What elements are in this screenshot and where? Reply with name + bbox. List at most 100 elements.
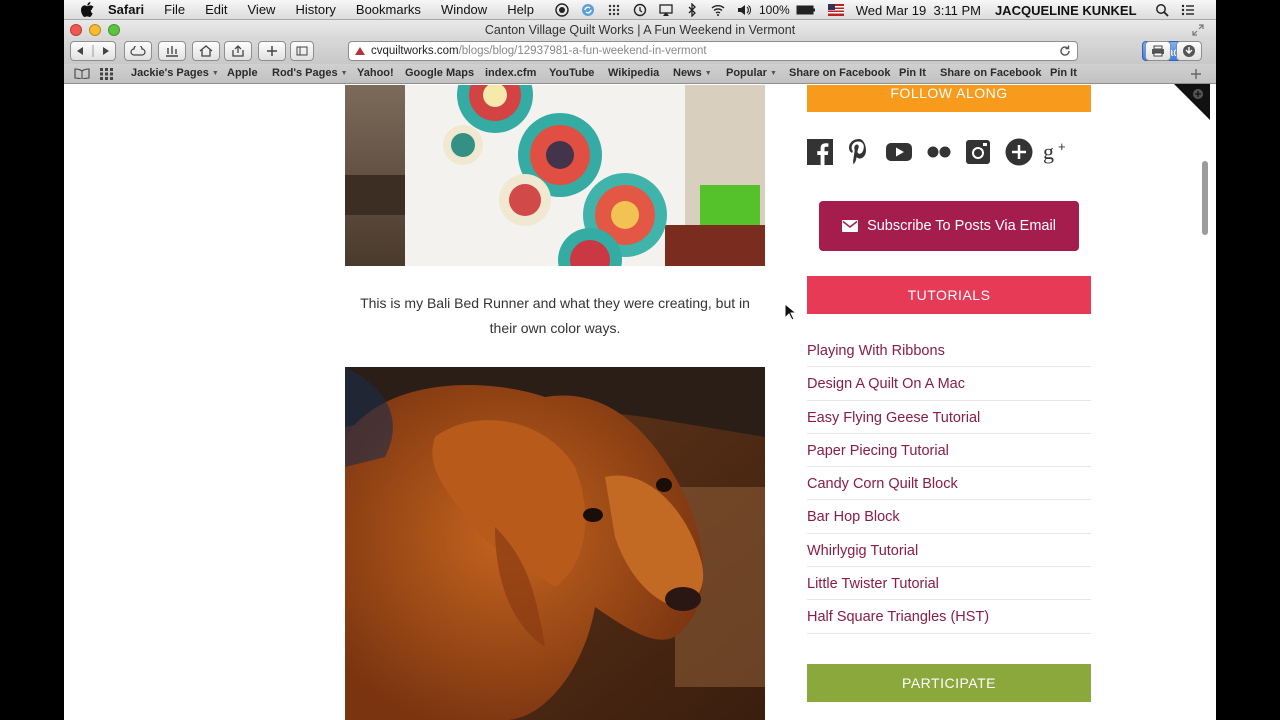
tutorial-link[interactable]: Playing With Ribbons	[807, 334, 1091, 368]
menu-help[interactable]: Help	[507, 2, 534, 17]
bookmark-youtube[interactable]: YouTube	[549, 64, 594, 82]
user-name[interactable]: JACQUELINE KUNKEL	[995, 3, 1137, 18]
sync-icon[interactable]	[581, 3, 595, 17]
bookmark-pin-it[interactable]: Pin It	[899, 64, 926, 82]
add-tab-icon[interactable]	[1190, 68, 1202, 80]
zoom-window-icon[interactable]	[108, 24, 120, 36]
bookmark-google-maps[interactable]: Google Maps	[405, 64, 474, 82]
flag-icon[interactable]	[827, 3, 844, 17]
status-icons: 100% Wed Mar 19 3:11 PM JACQUELINE KUNKE…	[549, 0, 1201, 20]
record-icon[interactable]	[555, 3, 569, 17]
downloads-button[interactable]	[1176, 41, 1202, 61]
menu-bookmarks[interactable]: Bookmarks	[356, 2, 421, 17]
bookmark-news[interactable]: News ▼	[673, 64, 712, 83]
bookmark-label: Rod's Pages	[272, 67, 338, 79]
tutorial-link[interactable]: Whirlygig Tutorial	[807, 534, 1091, 568]
airplay-icon[interactable]	[659, 3, 673, 17]
dots-grid-icon[interactable]	[607, 3, 621, 17]
reading-list-icon[interactable]	[74, 68, 90, 79]
corner-ribbon[interactable]	[1174, 84, 1210, 120]
bookmark-pin-it-2[interactable]: Pin It	[1050, 64, 1077, 82]
fullscreen-icon[interactable]	[1192, 24, 1204, 36]
bookmark-label: Popular	[726, 67, 767, 79]
close-window-icon[interactable]	[70, 24, 82, 36]
chevron-down-icon: ▼	[340, 70, 348, 77]
window-title: Canton Village Quilt Works | A Fun Weeke…	[484, 23, 796, 37]
tutorial-link[interactable]: Half Square Triangles (HST)	[807, 600, 1091, 634]
bloglovin-plus-icon[interactable]	[1005, 137, 1033, 167]
bookmark-share-on-facebook[interactable]: Share on Facebook	[789, 64, 890, 82]
follow-along-heading: FOLLOW ALONG	[807, 85, 1091, 112]
browser-toolbar: cvquiltworks.com/blogs/blog/12937981-a-f…	[64, 40, 1216, 64]
home-button[interactable]	[192, 41, 220, 61]
battery-icon[interactable]	[796, 3, 816, 17]
facebook-icon[interactable]	[807, 137, 833, 167]
sidebar-toggle-button[interactable]	[290, 41, 314, 61]
tutorial-link[interactable]: Easy Flying Geese Tutorial	[807, 401, 1091, 434]
minimize-window-icon[interactable]	[89, 24, 101, 36]
share-button[interactable]	[224, 41, 252, 61]
print-button[interactable]	[1145, 41, 1171, 61]
bookmarks-bar: Jackie's Pages ▼ Apple Rod's Pages ▼ Yahoo…	[64, 64, 1216, 84]
bookmark-jackies-pages[interactable]: Jackie's Pages ▼	[131, 64, 219, 83]
bookmark-rods-pages[interactable]: Rod's Pages ▼	[272, 64, 348, 83]
web-page: This is my Bali Bed Runner and what they…	[64, 85, 1216, 720]
bookmark-yahoo[interactable]: Yahoo!	[357, 64, 394, 82]
back-forward-buttons[interactable]	[70, 41, 116, 61]
menu-history[interactable]: History	[295, 2, 335, 17]
participate-heading: PARTICIPATE	[807, 664, 1091, 702]
tutorial-link[interactable]: Bar Hop Block	[807, 500, 1091, 534]
tutorials-list: Playing With Ribbons Design A Quilt On A…	[807, 334, 1091, 634]
new-tab-button[interactable]	[258, 41, 286, 61]
pinterest-icon[interactable]	[847, 137, 871, 167]
tutorial-link[interactable]: Candy Corn Quilt Block	[807, 467, 1091, 501]
scrollbar-thumb[interactable]	[1202, 161, 1208, 235]
tutorial-link[interactable]: Paper Piecing Tutorial	[807, 434, 1091, 468]
icloud-tabs-button[interactable]	[124, 41, 152, 61]
bookmark-index-cfm[interactable]: index.cfm	[485, 64, 536, 82]
battery-percent: 100%	[759, 3, 790, 17]
show-all-bookmarks-icon[interactable]	[100, 68, 114, 80]
quilt-photo	[345, 85, 765, 266]
tutorial-link[interactable]: Little Twister Tutorial	[807, 567, 1091, 601]
volume-icon[interactable]	[737, 3, 751, 17]
instagram-icon[interactable]	[965, 137, 991, 167]
menu-safari[interactable]: Safari	[108, 2, 144, 17]
page-scrollbar[interactable]	[1200, 85, 1210, 720]
youtube-icon[interactable]	[885, 137, 913, 167]
download-icon	[1183, 45, 1195, 57]
menu-bar: Safari File Edit View History Bookmarks …	[64, 0, 1216, 20]
bookmark-share-on-facebook-2[interactable]: Share on Facebook	[940, 64, 1041, 82]
notification-list-icon[interactable]	[1181, 3, 1195, 17]
clock[interactable]: Wed Mar 19 3:11 PM	[856, 3, 981, 18]
chevron-down-icon: ▼	[211, 70, 219, 77]
url-path: /blogs/blog/12937981-a-fun-weekend-in-ve…	[458, 45, 707, 57]
time-machine-icon[interactable]	[633, 3, 647, 17]
chevron-down-icon: ▼	[769, 70, 777, 77]
apple-menu-icon[interactable]	[78, 0, 96, 20]
bookmark-apple[interactable]: Apple	[227, 64, 258, 82]
subscribe-email-button[interactable]: Subscribe To Posts Via Email	[819, 201, 1079, 251]
reload-icon[interactable]	[1059, 45, 1071, 57]
tutorials-heading: TUTORIALS	[807, 276, 1091, 314]
spotlight-search-icon[interactable]	[1155, 3, 1169, 17]
subscribe-label: Subscribe To Posts Via Email	[867, 218, 1056, 234]
address-bar[interactable]: cvquiltworks.com/blogs/blog/12937981-a-f…	[348, 41, 1078, 61]
menu-edit[interactable]: Edit	[205, 2, 227, 17]
google-plus-icon[interactable]: g +	[1043, 137, 1073, 167]
top-sites-button[interactable]	[158, 41, 186, 61]
menu-window[interactable]: Window	[441, 2, 487, 17]
printer-icon	[1152, 45, 1164, 57]
menu-view[interactable]: View	[248, 2, 276, 17]
wifi-icon[interactable]	[711, 3, 725, 17]
flickr-icon[interactable]	[925, 137, 953, 167]
mouse-cursor-icon	[784, 303, 796, 321]
site-favicon	[355, 47, 365, 55]
bookmark-wikipedia[interactable]: Wikipedia	[608, 64, 659, 82]
chevron-down-icon: ▼	[704, 70, 712, 77]
bookmark-popular[interactable]: Popular ▼	[726, 64, 777, 83]
tutorial-link[interactable]: Design A Quilt On A Mac	[807, 367, 1091, 401]
bluetooth-icon[interactable]	[685, 3, 699, 17]
window-titlebar: Canton Village Quilt Works | A Fun Weeke…	[64, 20, 1216, 40]
menu-file[interactable]: File	[164, 2, 185, 17]
